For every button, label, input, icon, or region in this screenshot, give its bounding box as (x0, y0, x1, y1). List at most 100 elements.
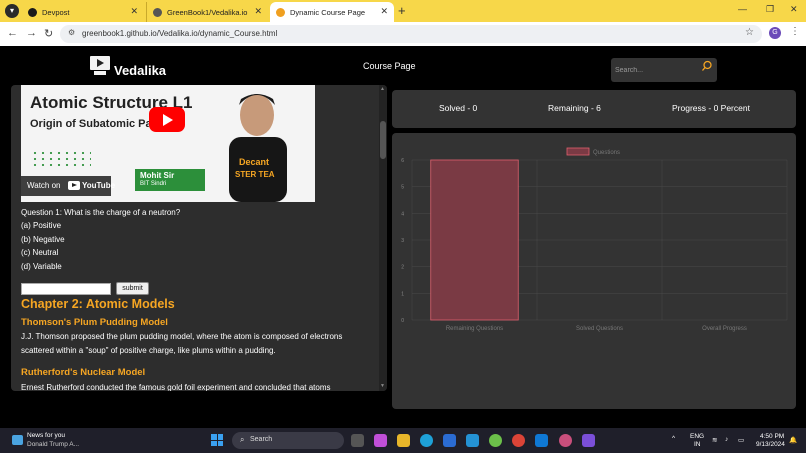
wifi-icon[interactable]: ≋ (712, 436, 717, 444)
clock-date[interactable]: 9/13/2024 (756, 441, 785, 448)
chrome-icon[interactable] (512, 434, 525, 447)
option-c: (c) Neutral (21, 248, 59, 257)
y-tick-label: 6 (401, 158, 404, 164)
option-a: (a) Positive (21, 221, 62, 230)
presenter-image: Decant STER TEA (229, 94, 287, 202)
watch-on-youtube-button[interactable]: Watch on YouTube (21, 176, 115, 196)
brand-name: Vedalika (114, 63, 167, 78)
progress-bar-chart: 0 1 2 3 4 5 6 Remaining Questions Solved Questio… (401, 147, 788, 332)
tab-devpost[interactable]: Devpost ✕ (22, 2, 144, 22)
restore-icon[interactable]: ❐ (766, 4, 774, 15)
scroll-up-icon[interactable]: ▲ (380, 86, 385, 92)
language-region[interactable]: IN (694, 441, 701, 448)
notification-bell-icon[interactable]: 🔔 (789, 436, 797, 444)
file-explorer-icon[interactable] (397, 434, 410, 447)
page-favicon-icon (276, 7, 285, 17)
presenter-name: Mohit Sir (140, 171, 175, 180)
section-title: Rutherford's Nuclear Model (21, 367, 146, 378)
volume-icon[interactable]: ♪ (725, 436, 728, 443)
windows-start-icon[interactable] (211, 434, 223, 446)
search-input[interactable] (615, 63, 697, 77)
site-info-icon[interactable]: ⚙ (68, 28, 75, 37)
x-tick-label: Solved Questions (576, 326, 623, 332)
shirt-text-2: STER TEA (235, 170, 275, 179)
youtube-play-icon[interactable] (149, 107, 185, 132)
search-icon: ⌕ (240, 435, 245, 444)
language-indicator[interactable]: ENG (690, 433, 704, 440)
dot-pattern-decoration (31, 150, 91, 170)
news-widget-icon[interactable] (12, 435, 23, 445)
close-icon[interactable]: ✕ (130, 6, 138, 17)
question-text: Question 1: What is the charge of a neut… (21, 208, 181, 217)
bookmark-star-icon[interactable]: ☆ (745, 27, 754, 38)
tab-title: Dynamic Course Page (290, 7, 366, 17)
watch-label: Watch on (27, 181, 61, 190)
menu-kebab-icon[interactable]: ⋮ (790, 26, 800, 37)
tab-greenbook[interactable]: GreenBook1/Vedalika.io ✕ (146, 2, 268, 22)
back-icon[interactable]: ← (7, 27, 18, 39)
submit-button[interactable]: submit (116, 282, 149, 295)
y-tick-label: 5 (401, 185, 404, 191)
app-icon[interactable] (466, 434, 479, 447)
section-title: Thomson's Plum Pudding Model (21, 317, 168, 328)
taskbar-search[interactable]: ⌕ Search (232, 432, 344, 449)
presenter-badge: Mohit Sir BIT Sindri (135, 169, 205, 191)
taskbar-search-label: Search (250, 436, 273, 443)
chrome-canary-icon[interactable] (489, 434, 502, 447)
chrome-active-icon[interactable] (559, 434, 572, 447)
battery-icon[interactable]: ▭ (738, 436, 744, 444)
y-tick-label: 0 (401, 318, 404, 324)
new-tab-icon[interactable]: + (398, 3, 406, 18)
search-box (611, 58, 717, 82)
video-editor-icon[interactable] (582, 434, 595, 447)
progress-percent: Progress - 0 Percent (672, 103, 750, 113)
page-content: Vedalika Course Page Atomic Structure L1… (0, 46, 806, 428)
solved-count: Solved - 0 (439, 103, 478, 113)
presenter-college: BIT Sindri (140, 181, 167, 187)
answer-input[interactable] (21, 283, 111, 295)
url-text: greenbook1.github.io/Vedalika.io/dynamic… (82, 29, 278, 38)
legend-swatch (566, 147, 590, 156)
option-d: (d) Variable (21, 262, 62, 271)
copilot-icon[interactable] (374, 434, 387, 447)
tab-title: Devpost (42, 7, 70, 17)
clock-time[interactable]: 4:50 PM (760, 433, 784, 440)
y-tick-label: 2 (401, 265, 404, 271)
scrollbar-thumb[interactable] (380, 121, 386, 159)
x-tick-label: Overall Progress (702, 326, 747, 332)
section-paragraph-line: scattered within a "soup" of positive ch… (21, 346, 276, 355)
edge-icon[interactable] (420, 434, 433, 447)
remaining-count: Remaining - 6 (548, 103, 601, 113)
tab-search-icon[interactable]: ▾ (5, 4, 19, 18)
content-scrollbar[interactable]: ▲ ▼ (379, 85, 387, 391)
tray-overflow-icon[interactable]: ^ (672, 435, 675, 442)
video-thumbnail[interactable]: Atomic Structure L1 Origin of Subatomic … (21, 85, 315, 202)
profile-avatar[interactable]: G (769, 27, 781, 39)
news-title[interactable]: News for you (27, 432, 65, 439)
store-icon[interactable] (443, 434, 456, 447)
logo-icon (90, 56, 110, 76)
chapter-title: Chapter 2: Atomic Models (21, 297, 175, 311)
task-view-icon[interactable] (351, 434, 364, 447)
browser-tab-bar: ▾ Devpost ✕ GreenBook1/Vedalika.io ✕ Dyn… (0, 0, 806, 22)
nav-course-page-link[interactable]: Course Page (363, 61, 416, 71)
url-field[interactable]: ⚙ greenbook1.github.io/Vedalika.io/dynam… (60, 25, 762, 43)
course-content-panel[interactable]: Atomic Structure L1 Origin of Subatomic … (11, 85, 387, 391)
window-close-icon[interactable]: ✕ (790, 4, 798, 15)
search-icon[interactable] (701, 60, 713, 74)
close-icon[interactable]: ✕ (380, 6, 388, 17)
y-tick-label: 3 (401, 238, 404, 244)
reload-icon[interactable]: ↻ (44, 27, 53, 40)
shirt-text-1: Decant (239, 157, 269, 167)
tab-title: GreenBook1/Vedalika.io (167, 7, 248, 17)
minimize-icon[interactable]: — (738, 4, 747, 14)
scroll-down-icon[interactable]: ▼ (380, 383, 385, 389)
legend-label: Questions (593, 150, 620, 156)
tab-dynamic-course-page[interactable]: Dynamic Course Page ✕ (270, 2, 394, 22)
news-subtitle[interactable]: Donald Trump A... (27, 441, 79, 448)
vscode-icon[interactable] (535, 434, 548, 447)
close-icon[interactable]: ✕ (254, 6, 262, 17)
address-bar: ← → ↻ ⚙ greenbook1.github.io/Vedalika.io… (0, 22, 806, 46)
windows-taskbar: News for you Donald Trump A... ⌕ Search … (0, 428, 806, 453)
forward-icon[interactable]: → (26, 27, 37, 39)
